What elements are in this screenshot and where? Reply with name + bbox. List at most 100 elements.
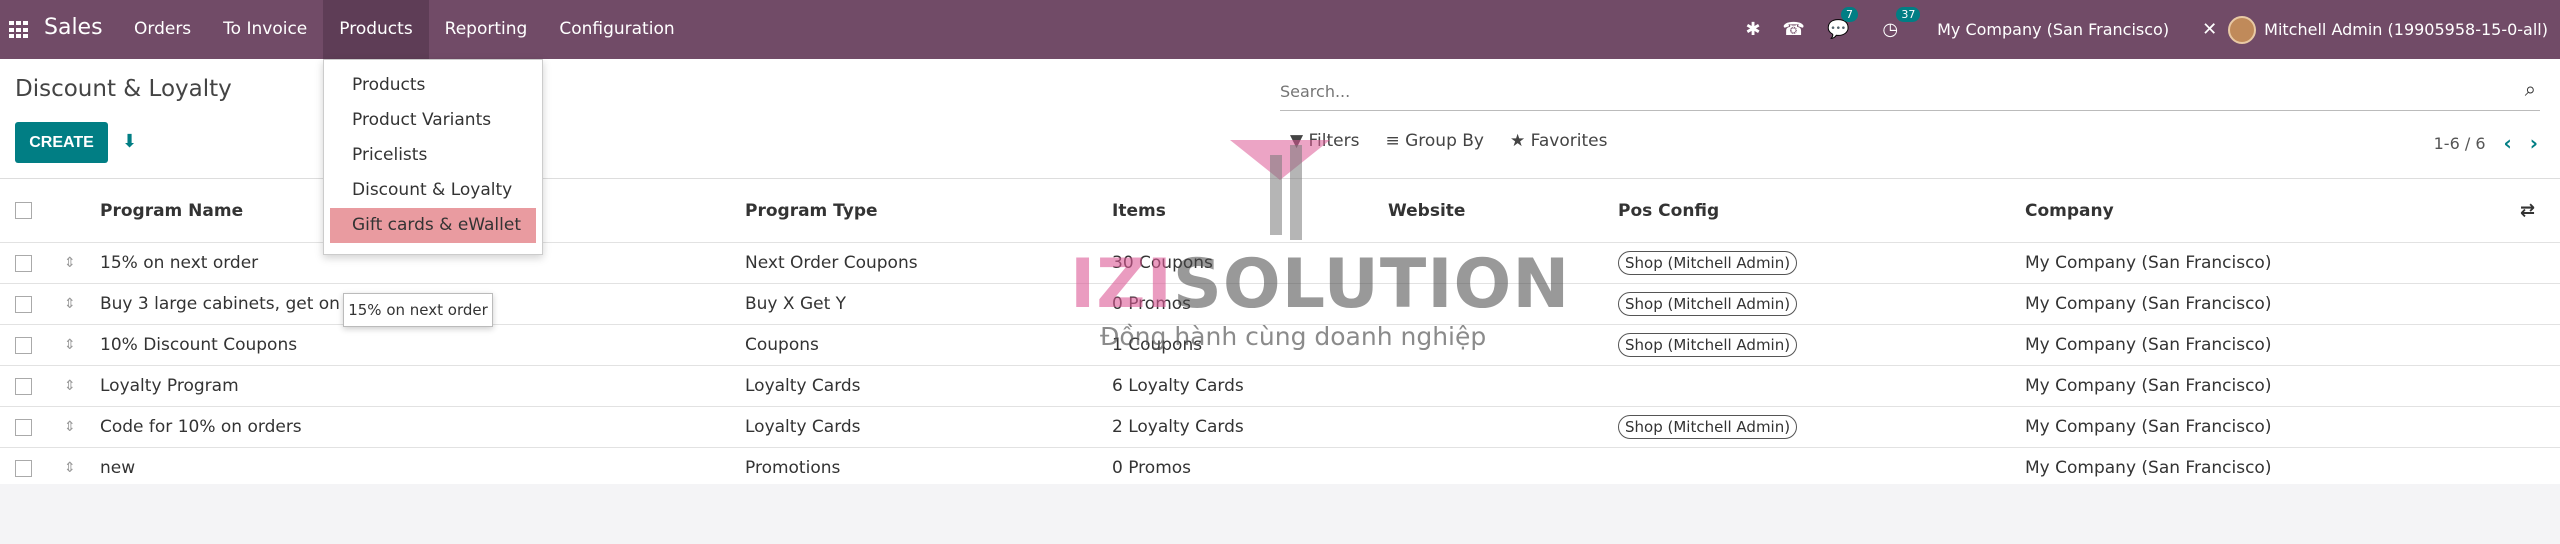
filter-bar: ▼ Filters ≡ Group By ★ Favorites <box>1290 131 1633 151</box>
create-button[interactable]: CREATE <box>15 122 108 163</box>
cell-program-type: Loyalty Cards <box>745 376 861 396</box>
pager-prev-icon[interactable]: ‹ <box>2504 131 2512 155</box>
filters-button[interactable]: ▼ Filters <box>1290 131 1359 151</box>
row-checkbox[interactable] <box>15 366 33 406</box>
filters-label: Filters <box>1308 131 1360 151</box>
drag-handle-icon[interactable]: ⇕ <box>64 243 76 283</box>
search-icon[interactable]: ⌕ <box>2525 77 2536 101</box>
cell-items: 0 Promos <box>1112 294 1192 314</box>
main-menu: Orders To Invoice Products Reporting Con… <box>118 0 691 59</box>
cell-items: 1 Coupons <box>1112 335 1203 355</box>
app-brand[interactable]: Sales <box>44 15 103 40</box>
header-items[interactable]: Items <box>1112 179 1166 242</box>
activities-badge: 37 <box>1896 7 1921 22</box>
cell-program-name[interactable]: Code for 10% on orders <box>100 407 340 447</box>
tools-icon[interactable]: ✕ <box>2202 19 2217 40</box>
menu-products[interactable]: Products <box>323 0 429 59</box>
systray: ✱ ☎ 💬 7 ◷ 37 My Company (San Francisco) ✕ … <box>1734 0 2548 59</box>
products-dropdown: Products Product Variants Pricelists Dis… <box>323 59 543 255</box>
pager-value[interactable]: 1-6 / 6 <box>2434 134 2486 153</box>
search-box: ⌕ <box>1280 71 2540 111</box>
cell-company: My Company (San Francisco) <box>2025 376 2272 396</box>
drag-handle-icon[interactable]: ⇕ <box>64 448 76 488</box>
groupby-label: Group By <box>1405 131 1484 151</box>
dropdown-item-pricelists[interactable]: Pricelists <box>324 138 542 173</box>
drag-handle-icon[interactable]: ⇕ <box>64 284 76 324</box>
messages-badge: 7 <box>1840 7 1858 22</box>
row-checkbox[interactable] <box>15 448 33 488</box>
cell-items: 0 Promos <box>1112 458 1192 478</box>
cell-company: My Company (San Francisco) <box>2025 458 2272 478</box>
cell-program-name[interactable]: Buy 3 large cabinets, get one for free <box>100 284 340 324</box>
dropdown-item-products[interactable]: Products <box>324 68 542 103</box>
pager: 1-6 / 6 ‹ › <box>2434 131 2538 155</box>
drag-handle-icon[interactable]: ⇕ <box>64 366 76 406</box>
cell-program-type: Loyalty Cards <box>745 417 861 437</box>
search-input[interactable] <box>1280 79 2480 103</box>
row-checkbox[interactable] <box>15 407 33 447</box>
avatar[interactable] <box>2228 15 2257 44</box>
cell-company: My Company (San Francisco) <box>2025 294 2272 314</box>
menu-reporting[interactable]: Reporting <box>429 0 544 59</box>
table-row[interactable]: ⇕ Loyalty Program Loyalty Cards 6 Loyalt… <box>0 366 2560 407</box>
row-checkbox[interactable] <box>15 284 33 324</box>
menu-to-invoice[interactable]: To Invoice <box>207 0 323 59</box>
dropdown-item-product-variants[interactable]: Product Variants <box>324 103 542 138</box>
row-checkbox[interactable] <box>15 325 33 365</box>
empty-area <box>0 484 2560 544</box>
activities-icon[interactable]: ◷ 37 <box>1882 7 1921 40</box>
cell-program-type: Coupons <box>745 335 819 355</box>
favorites-button[interactable]: ★ Favorites <box>1510 131 1607 151</box>
cell-program-name[interactable]: Loyalty Program <box>100 366 340 406</box>
company-switcher[interactable]: My Company (San Francisco) <box>1937 20 2169 39</box>
pos-tag: Shop (Mitchell Admin) <box>1618 415 1798 439</box>
header-program-type[interactable]: Program Type <box>745 179 878 242</box>
cell-company: My Company (San Francisco) <box>2025 253 2272 273</box>
cell-items: 6 Loyalty Cards <box>1112 376 1244 396</box>
cell-pos-config: Shop (Mitchell Admin) <box>1618 407 1798 447</box>
cell-program-name[interactable]: new <box>100 448 340 488</box>
dropdown-item-discount-loyalty[interactable]: Discount & Loyalty <box>324 173 542 208</box>
favorites-label: Favorites <box>1530 131 1608 151</box>
drag-handle-icon[interactable]: ⇕ <box>64 325 76 365</box>
menu-orders[interactable]: Orders <box>118 0 207 59</box>
bug-icon[interactable]: ✱ <box>1745 19 1760 40</box>
pos-tag: Shop (Mitchell Admin) <box>1618 333 1798 357</box>
user-menu[interactable]: Mitchell Admin (19905958-15-0-all) <box>2264 20 2548 39</box>
dropdown-item-gift-cards[interactable]: Gift cards & eWallet <box>330 208 536 243</box>
download-icon[interactable]: ⬇ <box>122 131 137 152</box>
apps-menu-icon[interactable] <box>9 21 29 39</box>
cell-program-type: Promotions <box>745 458 841 478</box>
header-website[interactable]: Website <box>1388 179 1465 242</box>
menu-configuration[interactable]: Configuration <box>543 0 690 59</box>
table-row[interactable]: ⇕ 10% Discount Coupons Coupons 1 Coupons… <box>0 325 2560 366</box>
cell-pos-config: Shop (Mitchell Admin) <box>1618 325 1798 365</box>
cell-program-type: Buy X Get Y <box>745 294 847 314</box>
cell-company: My Company (San Francisco) <box>2025 335 2272 355</box>
phone-icon[interactable]: ☎ <box>1783 19 1805 40</box>
table-row[interactable]: ⇕ Code for 10% on orders Loyalty Cards 2… <box>0 407 2560 448</box>
page-title: Discount & Loyalty <box>15 76 232 102</box>
cell-pos-config: Shop (Mitchell Admin) <box>1618 243 1798 283</box>
cell-items: 2 Loyalty Cards <box>1112 417 1244 437</box>
table-row[interactable]: ⇕ new Promotions 0 Promos My Company (Sa… <box>0 448 2560 489</box>
pos-tag: Shop (Mitchell Admin) <box>1618 292 1798 316</box>
row-checkbox[interactable] <box>15 243 33 283</box>
cell-pos-config: Shop (Mitchell Admin) <box>1618 284 1798 324</box>
header-program-name[interactable]: Program Name <box>100 179 340 242</box>
cell-company: My Company (San Francisco) <box>2025 417 2272 437</box>
cell-items: 30 Coupons <box>1112 253 1213 273</box>
pager-next-icon[interactable]: › <box>2530 131 2538 155</box>
drag-handle-icon[interactable]: ⇕ <box>64 407 76 447</box>
tooltip: 15% on next order <box>343 293 493 327</box>
optional-columns-icon[interactable]: ⇄ <box>2520 179 2535 242</box>
pos-tag: Shop (Mitchell Admin) <box>1618 251 1798 275</box>
cell-program-type: Next Order Coupons <box>745 253 918 273</box>
cell-program-name[interactable]: 10% Discount Coupons <box>100 325 340 365</box>
cell-program-name[interactable]: 15% on next order <box>100 243 340 283</box>
groupby-button[interactable]: ≡ Group By <box>1385 131 1484 151</box>
header-pos-config[interactable]: Pos Config <box>1618 179 1719 242</box>
select-all-checkbox[interactable] <box>15 179 33 242</box>
header-company[interactable]: Company <box>2025 179 2114 242</box>
messages-icon[interactable]: 💬 7 <box>1827 7 1858 40</box>
